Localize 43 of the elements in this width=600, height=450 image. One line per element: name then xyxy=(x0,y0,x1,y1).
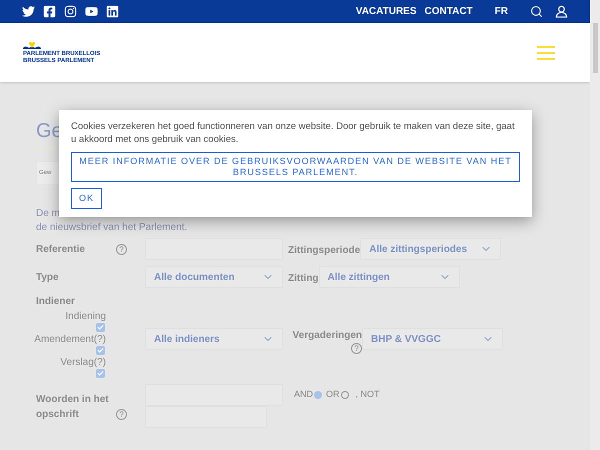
checkbox[interactable] xyxy=(96,323,105,332)
radio-label: OR xyxy=(326,388,340,402)
field-label: Vergaderingen xyxy=(292,329,362,343)
field-label: Referentie xyxy=(36,242,86,256)
field-label: Type xyxy=(36,270,60,284)
user-icon[interactable] xyxy=(555,5,568,18)
select-dropdown[interactable]: Alle zittingsperiodes xyxy=(360,238,502,260)
instagram-icon[interactable] xyxy=(64,5,77,18)
logo-icon[interactable] xyxy=(23,40,41,50)
field-label: opschrift xyxy=(36,408,80,422)
field-label: Indiener xyxy=(36,295,76,309)
radio-button[interactable] xyxy=(314,391,322,399)
ok-button[interactable]: OK xyxy=(71,188,102,209)
language-link[interactable]: FR xyxy=(494,4,508,19)
radio-label: AND xyxy=(294,388,314,402)
field-label: Zittingsperiode xyxy=(288,245,360,256)
field-label: Woorden in het xyxy=(36,393,110,407)
intro-text: De m xyxy=(36,207,60,221)
facebook-icon[interactable] xyxy=(43,5,56,18)
select-dropdown[interactable]: Alle documenten xyxy=(145,266,283,288)
checkbox[interactable] xyxy=(96,369,105,378)
radio-button[interactable] xyxy=(340,391,349,399)
terms-link[interactable]: MEER INFORMATIE OVER DE GEBRUIKSVOORWAARDEN VAN DE WEBSITE VAN HET BRUSSELS PARLEMENT. xyxy=(71,152,520,182)
twitter-icon[interactable] xyxy=(22,5,35,18)
checkbox-label: Amendement(?) xyxy=(34,333,106,346)
help-icon[interactable]: ? xyxy=(116,244,127,254)
search-icon[interactable] xyxy=(530,5,543,18)
checkbox-label: Indiening xyxy=(65,310,106,323)
select-dropdown[interactable]: Alle indieners xyxy=(145,328,283,350)
nav-link[interactable]: CONTACT xyxy=(424,4,473,19)
intro-text: de nieuwsbrief van het Parlement. xyxy=(36,221,188,235)
menu-icon[interactable] xyxy=(537,46,555,60)
cookie-text: Cookies verzekeren het goed functionneren van onze website. Door gebruik te maken van deze site, gaat u akkoord met ons gebruik van cookies. xyxy=(71,120,516,146)
checkbox[interactable] xyxy=(96,346,105,355)
nav-link[interactable]: VACATURES xyxy=(356,4,417,19)
select-dropdown[interactable]: Alle zittingen xyxy=(318,266,460,288)
operator-text: , NOT xyxy=(356,388,380,402)
help-icon[interactable]: ? xyxy=(116,409,127,420)
checkbox-label: Verslag(?) xyxy=(60,356,106,369)
select-dropdown[interactable]: BHP & VVGGC xyxy=(362,328,503,350)
field-label: Zitting xyxy=(288,273,319,284)
youtube-icon[interactable] xyxy=(85,5,98,18)
linkedin-icon[interactable] xyxy=(106,5,119,18)
